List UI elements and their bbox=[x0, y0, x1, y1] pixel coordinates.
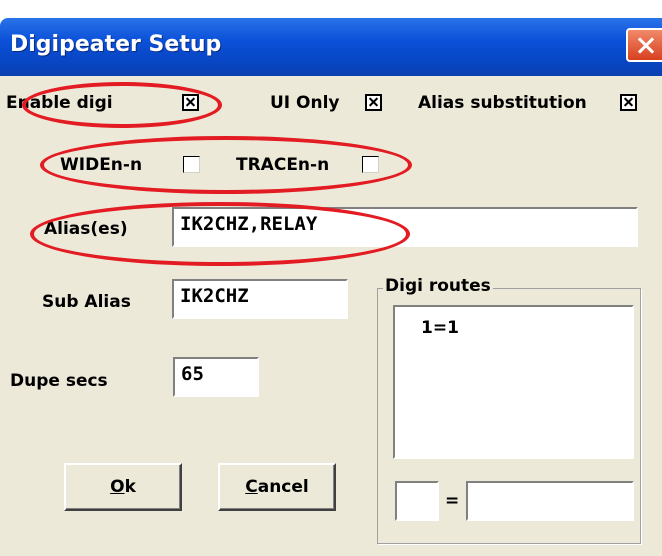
ok-button-label: k bbox=[124, 477, 136, 497]
cancel-button[interactable]: Cancel bbox=[218, 463, 336, 511]
dupe-secs-input[interactable]: 65 bbox=[173, 357, 259, 397]
sub-alias-label: Sub Alias bbox=[42, 292, 131, 312]
dialog-client-area: Enable digi UI Only Alias substitution W… bbox=[0, 76, 662, 556]
route-equals-label: = bbox=[445, 491, 460, 511]
route-from-input[interactable] bbox=[395, 481, 439, 521]
digi-routes-title: Digi routes bbox=[383, 276, 493, 296]
dupe-secs-label: Dupe secs bbox=[10, 371, 108, 391]
digi-route-item[interactable]: 1=1 bbox=[421, 317, 606, 339]
alias-substitution-checkbox[interactable] bbox=[620, 94, 637, 111]
annotation-ellipse-widen-tracen bbox=[40, 136, 412, 194]
dialog-window: Digipeater Setup Enable digi UI Only Ali… bbox=[0, 0, 662, 556]
cancel-button-label: ancel bbox=[257, 477, 309, 497]
annotation-ellipse-enable-digi bbox=[22, 82, 222, 128]
annotation-ellipse-aliases bbox=[30, 202, 410, 266]
ui-only-label: UI Only bbox=[270, 93, 340, 113]
close-icon[interactable] bbox=[626, 28, 662, 62]
ui-only-checkbox[interactable] bbox=[365, 94, 382, 111]
ok-button[interactable]: Ok bbox=[64, 463, 182, 511]
title-bar[interactable]: Digipeater Setup bbox=[0, 18, 662, 76]
window-title: Digipeater Setup bbox=[10, 32, 222, 57]
alias-substitution-label: Alias substitution bbox=[418, 93, 587, 113]
route-to-input[interactable] bbox=[466, 481, 634, 521]
ok-button-accel: O bbox=[110, 477, 125, 497]
sub-alias-input[interactable]: IK2CHZ bbox=[172, 279, 348, 319]
cancel-button-accel: C bbox=[245, 477, 258, 497]
digi-routes-list[interactable]: 1=1 bbox=[393, 305, 634, 459]
